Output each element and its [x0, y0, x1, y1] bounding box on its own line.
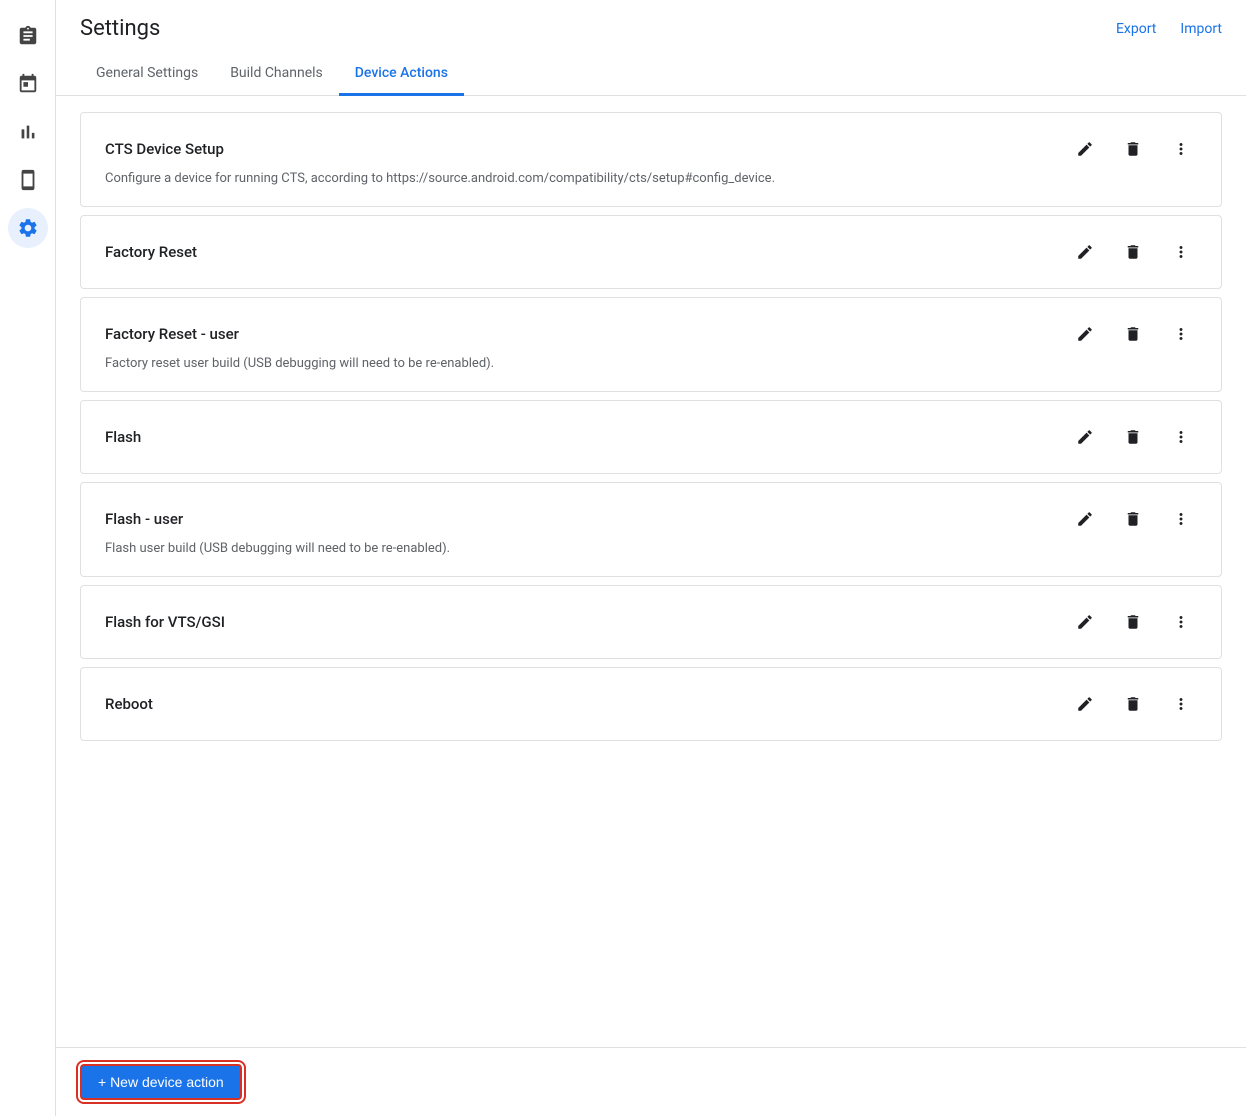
action-card-icons	[1069, 688, 1197, 720]
tab-device-actions[interactable]: Device Actions	[339, 53, 464, 96]
sidebar	[0, 0, 56, 1116]
action-card-icons	[1069, 318, 1197, 350]
action-card-description: Flash user build (USB debugging will nee…	[105, 541, 1197, 556]
more-options-icon[interactable]	[1165, 318, 1197, 350]
action-card-header: Flash	[105, 421, 1197, 453]
tabs: General Settings Build Channels Device A…	[56, 53, 1246, 96]
tab-build-channels[interactable]: Build Channels	[214, 53, 339, 96]
tab-general-settings[interactable]: General Settings	[80, 53, 214, 96]
action-card-title: Flash for VTS/GSI	[105, 613, 225, 631]
content-area: CTS Device Setup Configure a device for r…	[56, 96, 1246, 1047]
action-card-title: Flash - user	[105, 510, 183, 528]
action-card-header: Factory Reset	[105, 236, 1197, 268]
more-options-icon[interactable]	[1165, 421, 1197, 453]
action-card-icons	[1069, 606, 1197, 638]
action-card-description: Configure a device for running CTS, acco…	[105, 171, 1197, 186]
action-card-icons	[1069, 236, 1197, 268]
action-card-title: Factory Reset - user	[105, 325, 239, 343]
export-link[interactable]: Export	[1116, 21, 1156, 37]
action-card-icons	[1069, 421, 1197, 453]
page-title: Settings	[80, 16, 160, 41]
action-card: Flash for VTS/GSI	[80, 585, 1222, 659]
action-card-icons	[1069, 503, 1197, 535]
action-card: Reboot	[80, 667, 1222, 741]
bottom-bar: + New device action	[56, 1047, 1246, 1116]
delete-icon[interactable]	[1117, 606, 1149, 638]
delete-icon[interactable]	[1117, 421, 1149, 453]
delete-icon[interactable]	[1117, 688, 1149, 720]
action-card-description: Factory reset user build (USB debugging …	[105, 356, 1197, 371]
sidebar-item-calendar[interactable]	[8, 64, 48, 104]
new-device-action-button[interactable]: + New device action	[80, 1064, 242, 1100]
action-card-header: Factory Reset - user	[105, 318, 1197, 350]
edit-icon[interactable]	[1069, 318, 1101, 350]
delete-icon[interactable]	[1117, 133, 1149, 165]
action-card: Flash - user Flash user build (USB debugg…	[80, 482, 1222, 577]
edit-icon[interactable]	[1069, 606, 1101, 638]
delete-icon[interactable]	[1117, 503, 1149, 535]
delete-icon[interactable]	[1117, 236, 1149, 268]
action-card: Flash	[80, 400, 1222, 474]
action-card: CTS Device Setup Configure a device for r…	[80, 112, 1222, 207]
sidebar-item-device[interactable]	[8, 160, 48, 200]
edit-icon[interactable]	[1069, 236, 1101, 268]
sidebar-item-settings[interactable]	[8, 208, 48, 248]
action-card-icons	[1069, 133, 1197, 165]
main-content: Settings Export Import General Settings …	[56, 0, 1246, 1116]
edit-icon[interactable]	[1069, 133, 1101, 165]
edit-icon[interactable]	[1069, 421, 1101, 453]
action-card-title: Flash	[105, 428, 141, 446]
delete-icon[interactable]	[1117, 318, 1149, 350]
action-card-title: Factory Reset	[105, 243, 197, 261]
action-card-header: Flash for VTS/GSI	[105, 606, 1197, 638]
edit-icon[interactable]	[1069, 503, 1101, 535]
more-options-icon[interactable]	[1165, 236, 1197, 268]
sidebar-item-clipboard[interactable]	[8, 16, 48, 56]
action-card-header: CTS Device Setup	[105, 133, 1197, 165]
edit-icon[interactable]	[1069, 688, 1101, 720]
import-link[interactable]: Import	[1180, 21, 1222, 37]
header: Settings Export Import	[56, 0, 1246, 41]
sidebar-item-chart[interactable]	[8, 112, 48, 152]
more-options-icon[interactable]	[1165, 503, 1197, 535]
more-options-icon[interactable]	[1165, 133, 1197, 165]
more-options-icon[interactable]	[1165, 606, 1197, 638]
action-card: Factory Reset	[80, 215, 1222, 289]
header-actions: Export Import	[1116, 21, 1222, 37]
action-card-header: Flash - user	[105, 503, 1197, 535]
action-card: Factory Reset - user Factory reset user b…	[80, 297, 1222, 392]
action-card-header: Reboot	[105, 688, 1197, 720]
more-options-icon[interactable]	[1165, 688, 1197, 720]
action-card-title: CTS Device Setup	[105, 140, 224, 158]
action-card-title: Reboot	[105, 695, 153, 713]
